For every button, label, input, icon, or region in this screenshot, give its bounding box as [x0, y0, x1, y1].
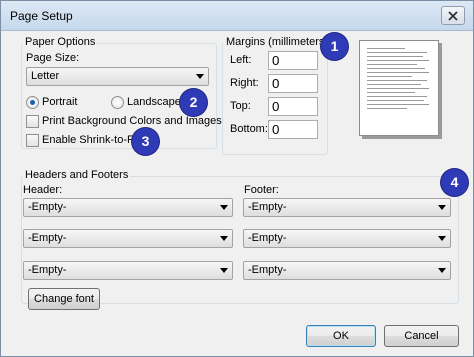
paper-options-label: Paper Options — [23, 36, 98, 48]
page-setup-dialog: Page Setup Paper Options Page Size: Lett… — [0, 0, 474, 357]
page-size-select[interactable]: Letter — [26, 67, 209, 86]
shrink-to-fit-label[interactable]: Enable Shrink-to-Fit — [42, 134, 139, 146]
chevron-down-icon — [220, 268, 228, 273]
portrait-label[interactable]: Portrait — [42, 96, 77, 108]
header-select-1-value: -Empty- — [28, 201, 67, 213]
footer-select-2[interactable]: -Empty- — [243, 229, 451, 248]
print-background-checkbox[interactable] — [26, 115, 39, 128]
header-select-3[interactable]: -Empty- — [23, 261, 233, 280]
landscape-radio[interactable] — [111, 96, 124, 109]
page-size-value: Letter — [31, 70, 60, 82]
cancel-button[interactable]: Cancel — [384, 325, 459, 347]
footer-label: Footer: — [244, 184, 279, 196]
right-margin-label: Right: — [230, 77, 259, 89]
chevron-down-icon — [196, 74, 204, 79]
chevron-down-icon — [220, 236, 228, 241]
footer-select-1[interactable]: -Empty- — [243, 198, 451, 217]
callout-badge-1: 1 — [321, 33, 348, 60]
margins-label: Margins (millimeters) — [224, 36, 331, 48]
headers-footers-label: Headers and Footers — [23, 169, 131, 181]
chevron-down-icon — [220, 205, 228, 210]
footer-select-3-value: -Empty- — [248, 264, 287, 276]
header-label: Header: — [23, 184, 63, 196]
title-bar: Page Setup — [1, 1, 473, 31]
bottom-margin-label: Bottom: — [230, 123, 268, 135]
footer-select-2-value: -Empty- — [248, 232, 287, 244]
header-select-1[interactable]: -Empty- — [23, 198, 233, 217]
chevron-down-icon — [438, 268, 446, 273]
callout-badge-2: 2 — [180, 89, 207, 116]
page-size-label: Page Size: — [26, 52, 80, 64]
page-preview — [359, 40, 439, 136]
header-select-3-value: -Empty- — [28, 264, 67, 276]
footer-select-3[interactable]: -Empty- — [243, 261, 451, 280]
landscape-label[interactable]: Landscape — [127, 96, 181, 108]
bottom-margin-input[interactable] — [268, 120, 318, 139]
callout-badge-4: 4 — [441, 169, 468, 196]
shrink-to-fit-checkbox[interactable] — [26, 134, 39, 147]
left-margin-label: Left: — [230, 54, 252, 66]
print-background-label[interactable]: Print Background Colors and Images — [42, 115, 222, 127]
portrait-radio[interactable] — [26, 96, 39, 109]
close-button[interactable] — [441, 6, 465, 25]
header-select-2-value: -Empty- — [28, 232, 67, 244]
close-icon — [448, 10, 458, 21]
header-select-2[interactable]: -Empty- — [23, 229, 233, 248]
chevron-down-icon — [438, 205, 446, 210]
dialog-content: Paper Options Page Size: Letter Portrait… — [9, 32, 468, 350]
change-font-button[interactable]: Change font — [28, 288, 100, 310]
chevron-down-icon — [438, 236, 446, 241]
top-margin-input[interactable] — [268, 97, 318, 116]
callout-badge-3: 3 — [132, 128, 159, 155]
top-margin-label: Top: — [230, 100, 251, 112]
left-margin-input[interactable] — [268, 51, 318, 70]
footer-select-1-value: -Empty- — [248, 201, 287, 213]
right-margin-input[interactable] — [268, 74, 318, 93]
window-title: Page Setup — [10, 9, 73, 23]
ok-button[interactable]: OK — [306, 325, 376, 347]
